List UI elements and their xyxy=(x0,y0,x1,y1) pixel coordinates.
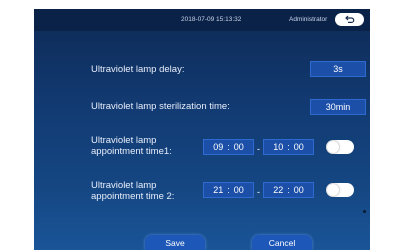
range-dash: - xyxy=(257,187,260,197)
appointment2-end-minute: 00 xyxy=(293,185,304,195)
appointment1-label-line2: appointment time1: xyxy=(91,146,172,157)
toggle-knob xyxy=(327,141,339,153)
appointment1-end-hour: 10 xyxy=(273,142,284,152)
time-separator: : xyxy=(287,185,290,195)
delay-value-field[interactable]: 3s xyxy=(310,61,366,77)
appointment2-start-minute: 00 xyxy=(233,185,244,195)
sterilization-time-field[interactable]: 30min xyxy=(310,99,366,115)
range-dash: - xyxy=(257,144,260,154)
delay-label: Ultraviolet lamp delay: xyxy=(91,64,185,75)
back-button[interactable] xyxy=(335,13,364,26)
appointment2-end-hour: 22 xyxy=(273,185,284,195)
appointment2-label-line1: Ultraviolet lamp xyxy=(91,180,157,191)
appointment1-label-line1: Ultraviolet lamp xyxy=(91,135,157,146)
time-separator: : xyxy=(227,185,230,195)
datetime-display: 2018-07-09 15:13:32 xyxy=(181,16,242,23)
appointment1-start-minute: 00 xyxy=(233,142,244,152)
toggle-knob xyxy=(327,184,339,196)
back-arrow-icon xyxy=(344,15,354,23)
cancel-button[interactable]: Cancel xyxy=(252,235,312,250)
appointment1-end-time-field[interactable]: 10 : 00 xyxy=(263,139,314,155)
user-name: Administrator xyxy=(289,16,328,23)
time-separator: : xyxy=(227,142,230,152)
top-bar: 2018-07-09 15:13:32 Administrator xyxy=(34,9,370,31)
appointment2-end-time-field[interactable]: 22 : 00 xyxy=(263,182,314,198)
settings-screen: 2018-07-09 15:13:32 Administrator Ultrav… xyxy=(34,9,370,250)
save-button[interactable]: Save xyxy=(145,235,205,250)
appointment1-toggle[interactable] xyxy=(326,140,354,154)
cursor-dot xyxy=(363,210,366,213)
appointment2-start-time-field[interactable]: 21 : 00 xyxy=(203,182,254,198)
appointment1-start-time-field[interactable]: 09 : 00 xyxy=(203,139,254,155)
appointment1-start-hour: 09 xyxy=(213,142,224,152)
appointment2-start-hour: 21 xyxy=(213,185,224,195)
sterilization-time-label: Ultraviolet lamp sterilization time: xyxy=(91,101,230,112)
time-separator: : xyxy=(287,142,290,152)
appointment2-toggle[interactable] xyxy=(326,183,354,197)
appointment1-end-minute: 00 xyxy=(293,142,304,152)
appointment2-label-line2: appointment time 2: xyxy=(91,191,175,202)
